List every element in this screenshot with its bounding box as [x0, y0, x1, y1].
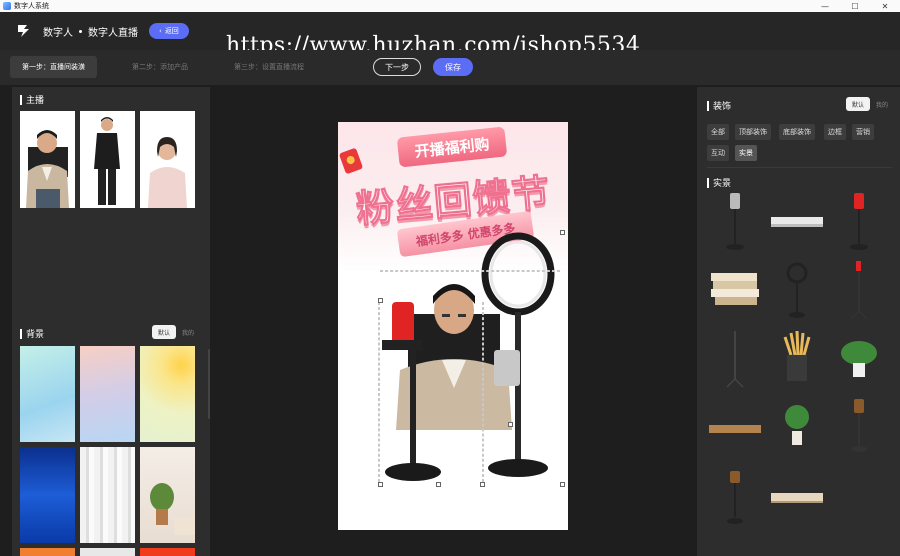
- anchor-male-seated-image: [26, 130, 69, 208]
- decor-section-title: 装饰: [707, 99, 731, 112]
- decor-tab-default[interactable]: 默认: [845, 97, 870, 111]
- resize-handle[interactable]: [378, 298, 383, 303]
- tripod-prop[interactable]: [829, 259, 889, 321]
- background-card[interactable]: [140, 346, 195, 442]
- background-tab-mine[interactable]: 我的: [176, 325, 200, 339]
- maximize-button[interactable]: ☐: [840, 0, 870, 12]
- tag-all[interactable]: 全部: [707, 124, 729, 140]
- wood-board-prop[interactable]: [705, 395, 765, 457]
- back-button-label: 返回: [164, 27, 179, 35]
- step-add-product-tab[interactable]: 第二步：添加产品: [120, 56, 200, 78]
- background-section-title: 背景: [20, 327, 44, 340]
- app-icon: [3, 2, 11, 10]
- resize-handle[interactable]: [560, 482, 565, 487]
- resize-handle[interactable]: [480, 482, 485, 487]
- resize-handle[interactable]: [560, 230, 565, 235]
- background-card[interactable]: [20, 548, 75, 556]
- camera-tripod-prop[interactable]: [705, 465, 765, 527]
- selection-guide: [380, 270, 560, 272]
- live-room-canvas[interactable]: 开播福利购 粉丝回馈节 福利多多 优惠多多: [338, 122, 568, 530]
- breadcrumb-current: 数字人直播: [88, 27, 138, 39]
- small-plant-prop[interactable]: [767, 395, 827, 457]
- mic-stand-prop[interactable]: [705, 327, 765, 389]
- desk-board-prop[interactable]: [767, 465, 827, 527]
- tag-marketing[interactable]: 营销: [852, 124, 874, 140]
- background-card[interactable]: [80, 346, 135, 442]
- decor-tab-switch: 默认 我的: [845, 97, 894, 111]
- ring-light-prop[interactable]: [767, 259, 827, 321]
- ring-light-image[interactable]: [478, 230, 568, 480]
- decor-tab-mine[interactable]: 我的: [870, 97, 894, 111]
- step-live-flow-tab[interactable]: 第三步：设置直播流程: [222, 56, 316, 78]
- tag-top-decor[interactable]: 顶部装饰: [735, 124, 771, 140]
- anchor-female-image: [148, 137, 187, 208]
- left-asset-panel: 主播 背景 默认 我的: [12, 87, 210, 556]
- props-section-title: 实景: [707, 176, 731, 189]
- step-decoration-tab[interactable]: 第一步：直播间装潢: [10, 56, 97, 78]
- divider: [707, 167, 892, 168]
- right-decor-panel: 装饰 默认 我的 全部 顶部装饰 底部装饰 边框 营销 互动 实景 实景: [697, 87, 900, 556]
- potted-plant-prop[interactable]: [829, 327, 889, 389]
- window-titlebar: 数字人系统 — ☐ ✕: [0, 0, 900, 12]
- tag-bottom-decor[interactable]: 底部装饰: [779, 124, 815, 140]
- wooden-shelf-prop[interactable]: [767, 191, 827, 253]
- red-phone-stand-prop[interactable]: [829, 191, 889, 253]
- resize-handle[interactable]: [508, 422, 513, 427]
- book-stack-prop[interactable]: [705, 259, 765, 321]
- window-controls: — ☐ ✕: [810, 0, 900, 12]
- resize-handle[interactable]: [436, 482, 441, 487]
- window-title: 数字人系统: [14, 2, 49, 10]
- tag-interactive[interactable]: 互动: [707, 145, 729, 161]
- selection-guide: [378, 302, 380, 482]
- pencil-cup-prop[interactable]: [767, 327, 827, 389]
- background-tab-default[interactable]: 默认: [151, 325, 176, 339]
- camera-stand-prop[interactable]: [829, 395, 889, 457]
- resize-handle[interactable]: [378, 482, 383, 487]
- background-card[interactable]: [140, 447, 195, 543]
- breadcrumb-root[interactable]: 数字人: [43, 24, 73, 39]
- background-card[interactable]: [80, 447, 135, 543]
- chevron-left-icon: ‹: [159, 27, 162, 35]
- breadcrumb: 数字人 数字人直播: [43, 24, 138, 39]
- phone-stand-image[interactable]: [378, 300, 448, 482]
- breadcrumb-separator-icon: [79, 29, 82, 33]
- selection-guide: [482, 302, 484, 482]
- app-logo-icon: [15, 22, 33, 40]
- anchor-section-title: 主播: [20, 93, 44, 106]
- next-step-button[interactable]: 下一步: [373, 58, 421, 76]
- tag-real-scene[interactable]: 实景: [735, 145, 757, 161]
- background-card[interactable]: [20, 447, 75, 543]
- background-card[interactable]: [20, 346, 75, 442]
- anchor-card[interactable]: [140, 111, 195, 208]
- minimize-button[interactable]: —: [810, 0, 840, 12]
- tag-border[interactable]: 边框: [824, 124, 846, 140]
- close-button[interactable]: ✕: [870, 0, 900, 12]
- background-tab-switch: 默认 我的: [151, 325, 200, 339]
- back-button[interactable]: ‹ 返回: [149, 23, 189, 39]
- steps-bar: 第一步：直播间装潢 第二步：添加产品 第三步：设置直播流程 下一步 保存: [0, 50, 900, 85]
- background-card[interactable]: [80, 548, 135, 556]
- phone-stand-prop[interactable]: [705, 191, 765, 253]
- anchor-card[interactable]: [80, 111, 135, 208]
- plant-room-image: [150, 483, 195, 535]
- anchor-card[interactable]: [20, 111, 75, 208]
- left-panel-scrollbar[interactable]: [208, 349, 210, 419]
- save-button[interactable]: 保存: [433, 58, 473, 76]
- anchor-male-standing-image: [94, 117, 120, 205]
- background-card[interactable]: [140, 548, 195, 556]
